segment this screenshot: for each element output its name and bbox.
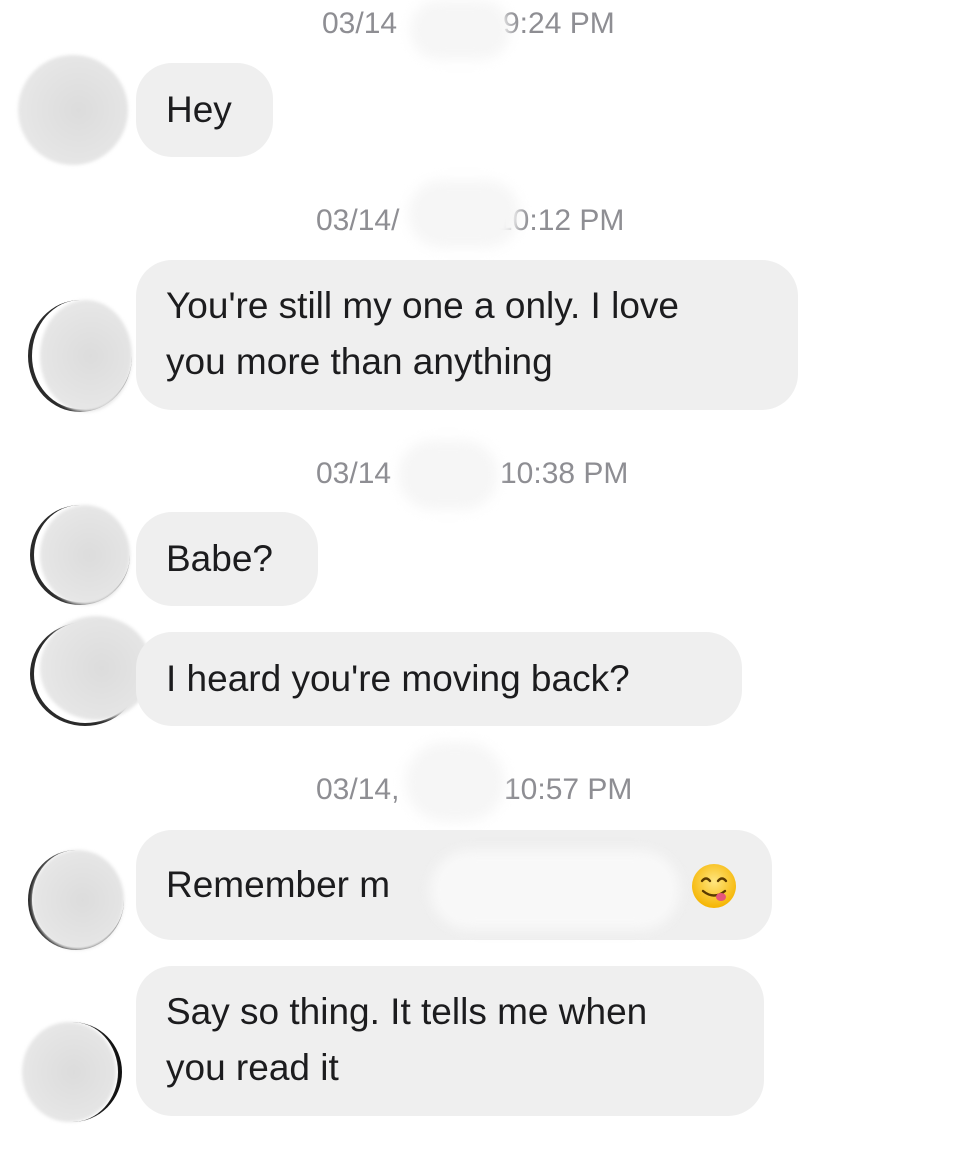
message-text: I heard you're moving back?	[166, 658, 630, 699]
avatar	[22, 1022, 116, 1122]
message-text-line: you more than anything	[166, 341, 553, 382]
message-bubble[interactable]: Hey	[136, 63, 273, 157]
timestamp-date: 03/14/	[316, 204, 400, 237]
timestamp-time: 9:24 PM	[503, 7, 615, 40]
avatar	[40, 300, 132, 412]
avatar	[18, 55, 128, 165]
redaction-blur	[410, 0, 510, 60]
avatar	[32, 850, 124, 950]
redaction-blur	[408, 180, 520, 248]
avatar	[40, 505, 130, 605]
redaction-blur	[430, 850, 680, 930]
timestamp-date: 03/14	[316, 457, 392, 490]
timestamp-time: 10:57 PM	[504, 773, 633, 806]
face-savoring-food-icon	[692, 864, 736, 908]
message-text: Hey	[166, 89, 232, 130]
message-text-line: You're still my one a only. I love	[166, 285, 679, 326]
message-bubble[interactable]: You're still my one a only. I love you m…	[136, 260, 798, 410]
message-text-line: you read it	[166, 1047, 339, 1088]
message-text-line: Say so thing. It tells me when	[166, 991, 648, 1032]
message-bubble[interactable]: Babe?	[136, 512, 318, 606]
redaction-blur	[405, 742, 505, 822]
message-bubble[interactable]: I heard you're moving back?	[136, 632, 742, 726]
timestamp-time: 10:38 PM	[500, 457, 629, 490]
timestamp-date: 03/14,	[316, 773, 400, 806]
timestamp-date: 03/14	[322, 7, 398, 40]
message-bubble[interactable]: Say so thing. It tells me when you read …	[136, 966, 764, 1116]
redaction-blur	[398, 440, 498, 510]
message-text: Babe?	[166, 538, 273, 579]
